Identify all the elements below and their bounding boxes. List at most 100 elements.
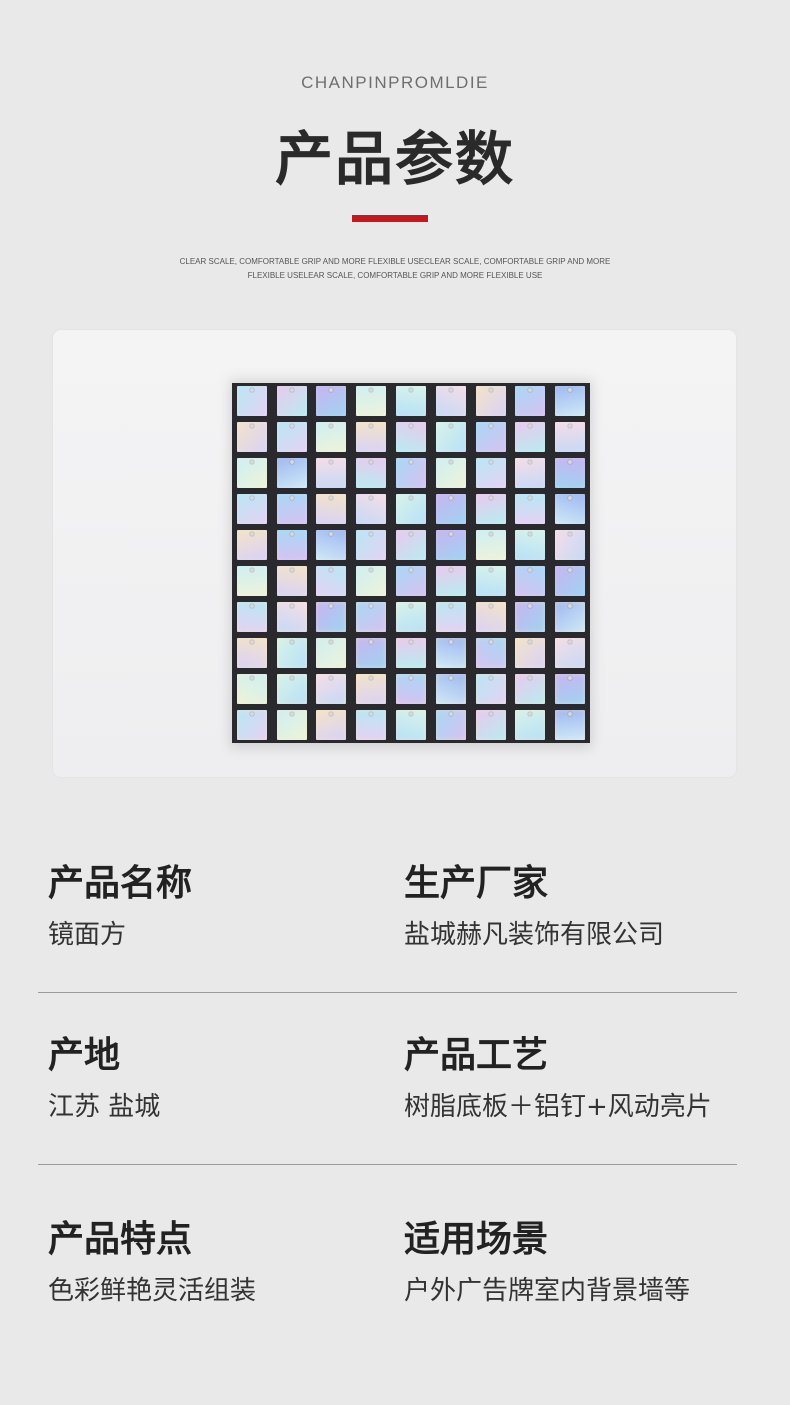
spec-label: 产品名称 — [48, 863, 193, 904]
sequin-tile — [475, 458, 506, 488]
sequin-tile — [435, 602, 466, 632]
sequin-tile — [356, 602, 387, 632]
sequin-tile — [515, 422, 546, 452]
sequin-tile — [555, 386, 586, 416]
sequin-tile — [276, 566, 307, 596]
sequin-tile — [475, 566, 506, 596]
sequin-tile — [555, 602, 586, 632]
spec-features: 产品特点 色彩鲜艳灵活组装 — [48, 1218, 388, 1308]
sequin-tile — [515, 530, 546, 560]
sequin-tile — [396, 386, 426, 416]
sequin-tile — [316, 638, 347, 668]
sequin-tile — [356, 386, 387, 416]
sequin-tile — [356, 710, 387, 740]
sequin-tile — [276, 494, 307, 524]
sequin-tile — [475, 386, 506, 416]
sequin-tile — [435, 458, 466, 488]
spec-value: 江苏 盐城 — [48, 1092, 161, 1122]
sequin-tile — [435, 530, 466, 560]
english-description: CLEAR SCALE, COMFORTABLE GRIP AND MORE F… — [170, 255, 620, 283]
sequin-tile — [515, 710, 546, 740]
divider — [38, 1164, 737, 1165]
sequin-tile — [435, 638, 466, 668]
sequin-tile — [396, 494, 426, 524]
sequin-tile — [435, 710, 466, 740]
spec-origin: 产地 江苏 盐城 — [48, 1034, 388, 1124]
spec-craft: 产品工艺 树脂底板＋铝钉+风动亮片 — [404, 1034, 774, 1124]
sequin-tile — [236, 602, 267, 632]
sequin-tile — [276, 422, 307, 452]
sequin-tile — [515, 674, 546, 704]
spec-label: 产品特点 — [48, 1219, 193, 1260]
sequin-tile — [236, 530, 267, 560]
sequin-tile — [515, 638, 546, 668]
sequin-tile — [356, 530, 387, 560]
description-line-2: FLEXIBLE USELEAR SCALE, COMFORTABLE GRIP… — [247, 271, 543, 280]
sequin-tile — [396, 422, 426, 452]
sequin-tile — [316, 566, 347, 596]
sequin-tile — [356, 422, 387, 452]
sequin-tile — [356, 566, 387, 596]
spec-label: 适用场景 — [404, 1219, 549, 1260]
spec-scenarios: 适用场景 户外广告牌室内背景墙等 — [404, 1218, 774, 1308]
spec-product-name: 产品名称 镜面方 — [48, 862, 388, 952]
sequin-tile — [396, 530, 426, 560]
sequin-tile — [475, 494, 506, 524]
spec-value: 户外广告牌室内背景墙等 — [404, 1276, 691, 1306]
description-line-1: CLEAR SCALE, COMFORTABLE GRIP AND MORE F… — [179, 257, 611, 266]
sequin-tile — [356, 458, 387, 488]
sequin-tile — [236, 566, 267, 596]
sequin-tile — [555, 422, 586, 452]
sequin-tile — [475, 602, 506, 632]
sequin-tile — [515, 458, 546, 488]
sequin-tile — [276, 602, 307, 632]
sequin-tile — [475, 674, 506, 704]
spec-label: 生产厂家 — [404, 863, 549, 904]
sequin-tile — [555, 638, 586, 668]
page-title: 产品参数 — [274, 125, 515, 193]
sequin-tile — [396, 638, 426, 668]
sequin-tile — [555, 530, 586, 560]
spec-manufacturer: 生产厂家 盐城赫凡装饰有限公司 — [404, 862, 744, 952]
sequin-tile — [236, 674, 267, 704]
sequin-tile — [356, 494, 387, 524]
spec-value: 盐城赫凡装饰有限公司 — [404, 920, 665, 950]
sequin-tile — [316, 530, 347, 560]
sequin-tile — [555, 494, 586, 524]
divider — [38, 992, 737, 993]
sequin-tile — [475, 638, 506, 668]
sequin-tile — [276, 386, 307, 416]
sequin-tile — [316, 494, 347, 524]
sequin-tile — [236, 710, 267, 740]
sequin-tile — [276, 638, 307, 668]
sequin-tile — [236, 494, 267, 524]
sequin-tile — [475, 530, 506, 560]
product-spec-page: CHANPINPROMLDIE 产品参数 CLEAR SCALE, COMFOR… — [0, 0, 790, 1405]
sequin-wall-panel — [232, 383, 590, 743]
sequin-tile — [316, 710, 347, 740]
sequin-tile — [435, 494, 466, 524]
sequin-tile — [555, 458, 586, 488]
sequin-tile — [435, 674, 466, 704]
sequin-tile — [316, 674, 347, 704]
spec-label: 产地 — [48, 1035, 121, 1076]
sequin-tile — [555, 566, 586, 596]
sequin-tile — [276, 458, 307, 488]
sequin-tile — [236, 458, 267, 488]
sequin-tile — [396, 710, 426, 740]
sequin-tile — [555, 674, 586, 704]
sequin-tile — [396, 602, 426, 632]
spec-value: 树脂底板＋铝钉+风动亮片 — [404, 1092, 712, 1122]
sequin-tile — [396, 566, 426, 596]
sequin-tile — [435, 422, 466, 452]
spec-value: 镜面方 — [48, 920, 127, 950]
sequin-tile — [316, 422, 347, 452]
sequin-tile — [276, 674, 307, 704]
sequin-tile — [316, 386, 347, 416]
sequin-tile — [475, 422, 506, 452]
sequin-tile — [396, 458, 426, 488]
spec-label: 产品工艺 — [404, 1035, 549, 1076]
sequin-tile — [316, 458, 347, 488]
english-subtitle: CHANPINPROMLDIE — [301, 73, 489, 92]
sequin-tile — [396, 674, 426, 704]
